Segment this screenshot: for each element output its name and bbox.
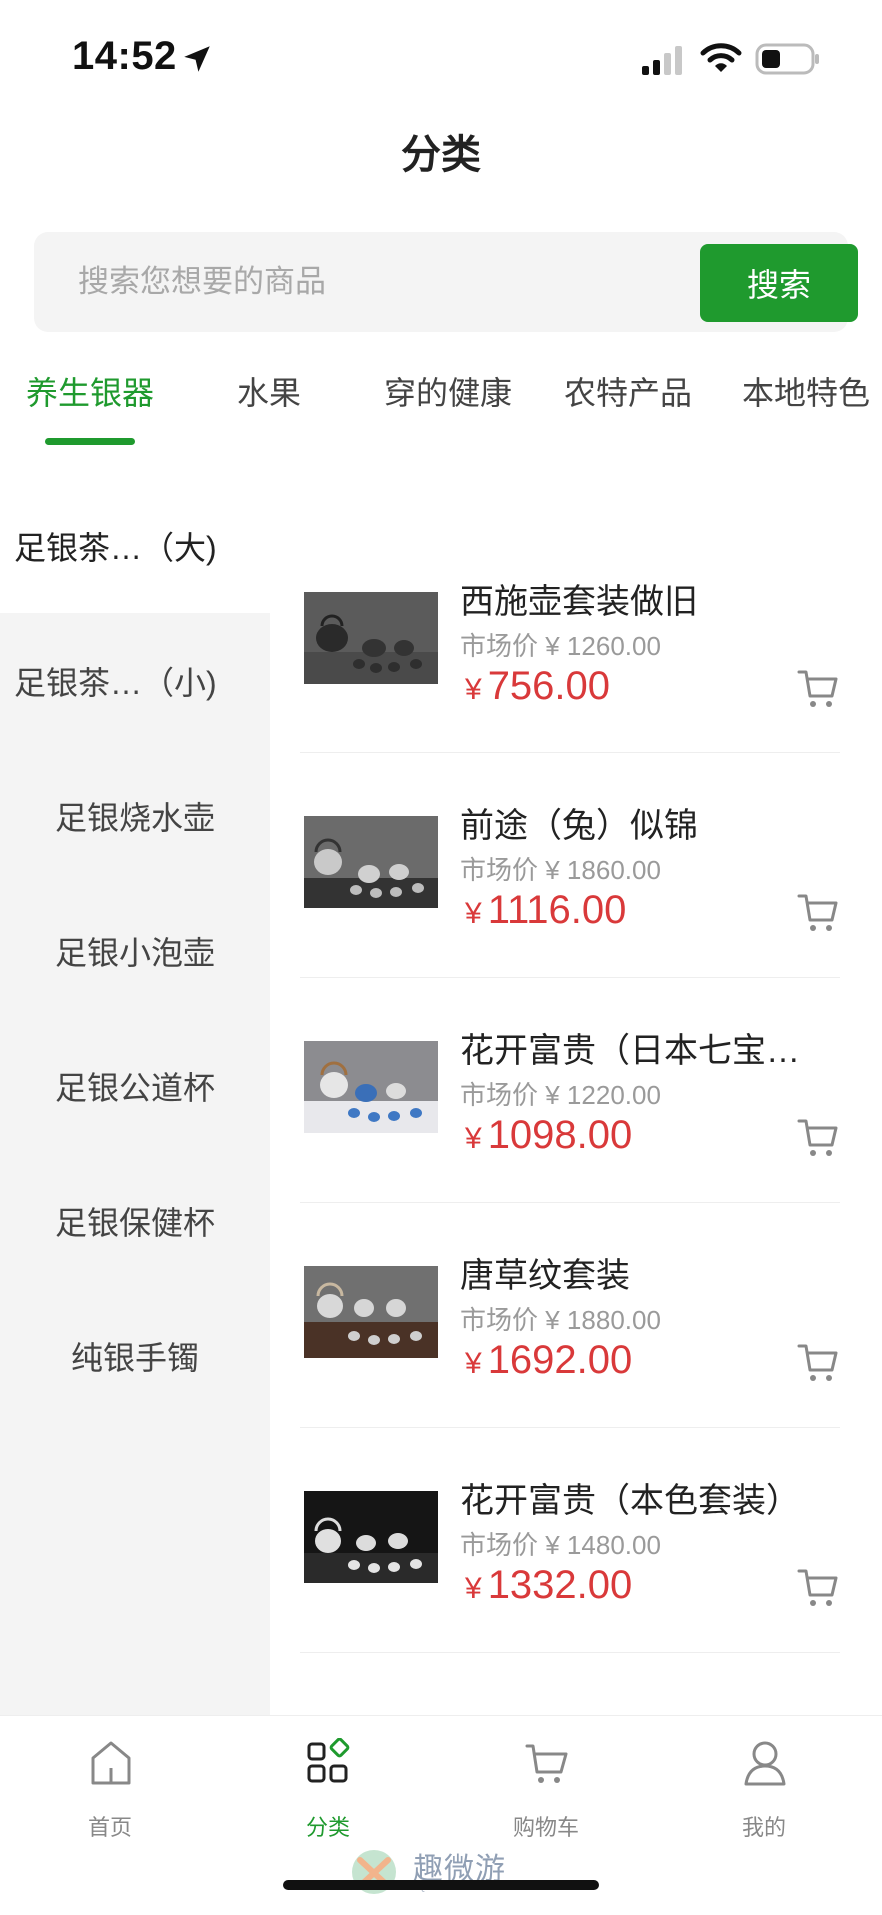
status-bar: 14:52 (0, 0, 882, 118)
product-item[interactable]: 前途（兔）似锦 市场价 ¥ 1860.00 ¥1116.00 (300, 798, 840, 1023)
tab-local-specialty[interactable]: 本地特色 (742, 368, 870, 414)
add-to-cart-icon[interactable] (796, 666, 840, 710)
add-to-cart-icon[interactable] (796, 1115, 840, 1159)
tabbar-item-cart[interactable]: 购物车 (476, 1738, 616, 1848)
market-price-label: 市场价 (460, 631, 539, 661)
battery-icon (755, 43, 819, 75)
price-value: 1098.00 (487, 1113, 633, 1157)
market-price-label: 市场价 (460, 855, 539, 885)
market-price-label: 市场价 (460, 1305, 539, 1335)
tab-healthy-wear[interactable]: 穿的健康 (384, 368, 512, 414)
search-button[interactable]: 搜索 (700, 244, 858, 322)
market-price: 市场价 ¥ 1260.00 (460, 626, 661, 663)
divider (300, 1202, 840, 1203)
product-item[interactable]: 西施壶套装做旧 市场价 ¥ 1260.00 ¥756.00 (300, 574, 840, 799)
tabbar-item-home[interactable]: 首页 (40, 1738, 180, 1848)
product-item[interactable]: 花开富贵（日本七宝… 市场价 ¥ 1220.00 ¥1098.00 (300, 1023, 840, 1248)
price-value: 1116.00 (487, 888, 627, 932)
active-tab-indicator (45, 438, 135, 445)
tabbar-label: 分类 (305, 1815, 350, 1840)
tabbar-label: 我的 (741, 1815, 786, 1840)
add-to-cart-icon[interactable] (796, 1340, 840, 1384)
sidebar-item-tea-set-large[interactable]: 足银茶…（大) (0, 478, 270, 613)
product-name: 唐草纹套装 (460, 1257, 630, 1295)
divider (300, 977, 840, 978)
status-time: 14:52 (72, 34, 177, 78)
market-price-value: ¥ 1220.00 (545, 1080, 661, 1110)
currency-symbol: ¥ (465, 897, 482, 930)
divider (300, 1427, 840, 1428)
product-price: ¥1332.00 (465, 1563, 632, 1608)
tabbar-item-profile[interactable]: 我的 (694, 1738, 834, 1848)
profile-icon (744, 1741, 786, 1786)
home-icon (91, 1741, 131, 1785)
price-value: 1692.00 (487, 1338, 633, 1382)
product-item[interactable]: 花开富贵（本色套装） 市场价 ¥ 1480.00 ¥1332.00 (300, 1473, 840, 1698)
market-price: 市场价 ¥ 1860.00 (460, 850, 661, 887)
currency-symbol: ¥ (465, 1122, 482, 1155)
market-price: 市场价 ¥ 1880.00 (460, 1300, 661, 1337)
product-price: ¥1116.00 (465, 888, 626, 933)
currency-symbol: ¥ (465, 1347, 482, 1380)
sidebar-item-small-teapot[interactable]: 足银小泡壶 (0, 883, 270, 1018)
price-value: 756.00 (487, 664, 611, 708)
tabbar-label: 首页 (87, 1815, 132, 1840)
page-title: 分类 (401, 133, 481, 177)
product-name: 花开富贵（日本七宝… (460, 1032, 800, 1070)
sidebar-item-fair-cup[interactable]: 足银公道杯 (0, 1018, 270, 1153)
sidebar-item-kettle[interactable]: 足银烧水壶 (0, 748, 270, 883)
cellular-signal-icon (642, 46, 682, 75)
product-name: 西施壶套装做旧 (460, 583, 698, 621)
product-price: ¥756.00 (465, 664, 610, 709)
product-name: 花开富贵（本色套装） (460, 1482, 800, 1520)
tabbar-item-category[interactable]: 分类 (258, 1738, 398, 1848)
market-price-value: ¥ 1480.00 (545, 1530, 661, 1560)
price-value: 1332.00 (487, 1563, 633, 1607)
home-indicator (283, 1880, 599, 1890)
category-icon (307, 1738, 350, 1783)
tabbar-label: 购物车 (512, 1815, 579, 1840)
currency-symbol: ¥ (465, 1572, 482, 1605)
add-to-cart-icon[interactable] (796, 890, 840, 934)
product-name: 前途（兔）似锦 (460, 807, 698, 845)
market-price: 市场价 ¥ 1480.00 (460, 1525, 661, 1562)
market-price-label: 市场价 (460, 1080, 539, 1110)
tab-agricultural-products[interactable]: 农特产品 (564, 368, 692, 414)
currency-symbol: ¥ (465, 673, 482, 706)
add-to-cart-icon[interactable] (796, 1565, 840, 1609)
market-price-value: ¥ 1260.00 (545, 631, 661, 661)
product-price: ¥1692.00 (465, 1338, 632, 1383)
product-image (304, 1266, 438, 1358)
sidebar-item-tea-set-small[interactable]: 足银茶…（小) (0, 613, 270, 748)
divider (300, 752, 840, 753)
search-bar: 搜索 (34, 232, 858, 332)
product-image (304, 816, 438, 908)
divider (300, 1652, 840, 1653)
watermark-icon (352, 1850, 396, 1894)
market-price-value: ¥ 1860.00 (545, 855, 661, 885)
sidebar-item-health-cup[interactable]: 足银保健杯 (0, 1153, 270, 1288)
search-input[interactable] (78, 254, 658, 310)
market-price-label: 市场价 (460, 1530, 539, 1560)
tab-fruit[interactable]: 水果 (237, 368, 301, 414)
market-price: 市场价 ¥ 1220.00 (460, 1075, 661, 1112)
product-item[interactable]: 唐草纹套装 市场价 ¥ 1880.00 ¥1692.00 (300, 1248, 840, 1473)
product-price: ¥1098.00 (465, 1113, 632, 1158)
market-price-value: ¥ 1880.00 (545, 1305, 661, 1335)
cart-icon (525, 1744, 568, 1783)
wifi-icon (700, 43, 742, 72)
product-image (304, 592, 438, 684)
location-arrow-icon (184, 46, 210, 72)
watermark-logo: 趣微游 QUWEIYOU (348, 1842, 548, 1900)
sidebar-item-bracelet[interactable]: 纯银手镯 (0, 1288, 270, 1423)
tab-health-silverware[interactable]: 养生银器 (26, 368, 154, 414)
product-image (304, 1491, 438, 1583)
product-image (304, 1041, 438, 1133)
